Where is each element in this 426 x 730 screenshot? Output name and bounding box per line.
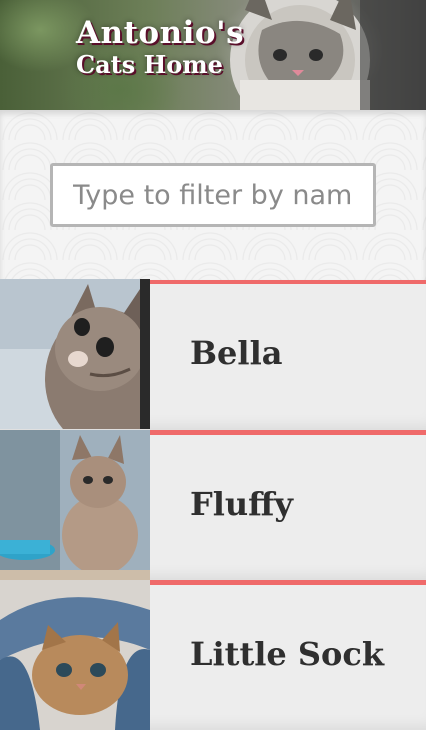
site-title-line1: Antonio's — [76, 15, 245, 51]
cat-name: Bella — [190, 334, 283, 372]
filter-input[interactable] — [50, 163, 376, 227]
header-banner: Antonio's Cats Home — [0, 0, 426, 110]
filter-area — [0, 110, 426, 280]
cat-name: Little Sock — [190, 635, 384, 673]
list-item[interactable]: Fluffy — [0, 430, 426, 580]
list-item[interactable]: Bella — [0, 279, 426, 430]
cat-name: Fluffy — [190, 485, 293, 523]
cat-photo — [0, 580, 150, 730]
cat-photo — [0, 279, 150, 429]
site-title: Antonio's Cats Home — [76, 18, 244, 77]
cat-photo — [0, 430, 150, 580]
cat-list: Bella Fluffy Little Sock — [0, 279, 426, 730]
site-title-line2: Cats Home — [76, 50, 223, 79]
list-item[interactable]: Little Sock — [0, 580, 426, 730]
